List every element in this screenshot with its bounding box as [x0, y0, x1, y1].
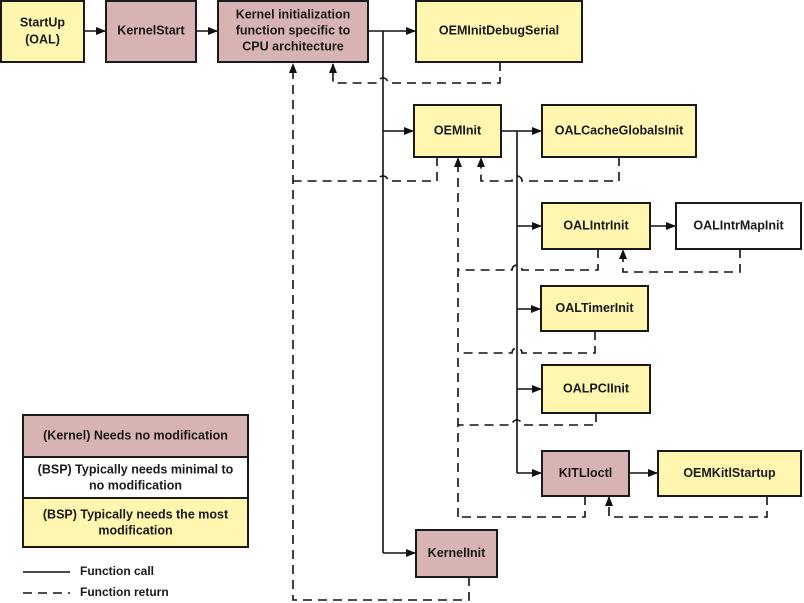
node-label: OALCacheGlobalsInit	[555, 123, 684, 137]
node-label: KernelStart	[117, 23, 185, 37]
node-label: OEMInitDebugSerial	[439, 23, 559, 37]
node-label: OALTimerInit	[555, 301, 634, 315]
node-label: (OAL)	[25, 32, 60, 46]
node-label: function specific to	[236, 23, 351, 37]
return-oeminitdebugserial	[329, 62, 501, 84]
node-label: OEMKitlStartup	[683, 466, 776, 480]
legend-label-bsp-minimal: (BSP) Typically needs minimal to	[38, 462, 234, 476]
return-oalintrmapinit	[619, 249, 741, 273]
legend: (Kernel) Needs no modification (BSP) Typ…	[22, 414, 249, 599]
node-oalcacheglobalsinit: OALCacheGlobalsInit	[541, 104, 697, 158]
node-startup: StartUp (OAL)	[0, 0, 85, 63]
node-oemkitlstartup: OEMKitlStartup	[657, 450, 802, 497]
node-oalpciinit: OALPCIInit	[541, 364, 651, 414]
node-kernelstart: KernelStart	[105, 0, 197, 63]
node-oalintrinit: OALIntrInit	[541, 202, 651, 250]
node-label: OALIntrMapInit	[693, 218, 784, 232]
node-label: OEMInit	[434, 123, 482, 137]
return-oalintrinit	[458, 249, 599, 271]
node-label: KITLIoctl	[559, 466, 612, 480]
return-oalcacheglobalsinit	[477, 157, 620, 182]
node-oeminitdebugserial: OEMInitDebugSerial	[415, 0, 583, 63]
node-kernel-init-cpu: Kernel initialization function specific …	[217, 0, 369, 63]
return-oemkitlstartup	[605, 496, 768, 518]
node-label: OALIntrInit	[563, 218, 629, 232]
node-label: KernelInit	[428, 546, 486, 560]
legend-label-function-call: Function call	[80, 564, 154, 578]
legend-label-bsp-most: modification	[98, 523, 172, 537]
node-label: StartUp	[20, 15, 66, 29]
node-kitlioctl: KITLIoctl	[541, 450, 630, 497]
node-label: OALPCIInit	[563, 381, 630, 395]
node-label: CPU architecture	[242, 39, 343, 53]
node-kernelinit: KernelInit	[415, 529, 498, 578]
node-oeminit: OEMInit	[413, 104, 502, 158]
node-oalintrmapinit: OALIntrMapInit	[675, 202, 802, 250]
node-label: Kernel initialization	[236, 7, 351, 21]
return-oaltimerinit	[458, 331, 596, 354]
return-kitlioctl	[458, 496, 586, 518]
return-oeminit	[293, 157, 438, 182]
boot-sequence-diagram: StartUp (OAL) KernelStart Kernel initial…	[0, 0, 802, 601]
return-oalpciinit	[458, 413, 597, 426]
legend-label-bsp-most: (BSP) Typically needs the most	[43, 507, 229, 521]
legend-label-bsp-minimal: no modification	[89, 478, 182, 492]
node-oaltimerinit: OALTimerInit	[540, 285, 649, 332]
legend-label-kernel: (Kernel) Needs no modification	[43, 428, 228, 442]
legend-label-function-return: Function return	[80, 585, 169, 599]
